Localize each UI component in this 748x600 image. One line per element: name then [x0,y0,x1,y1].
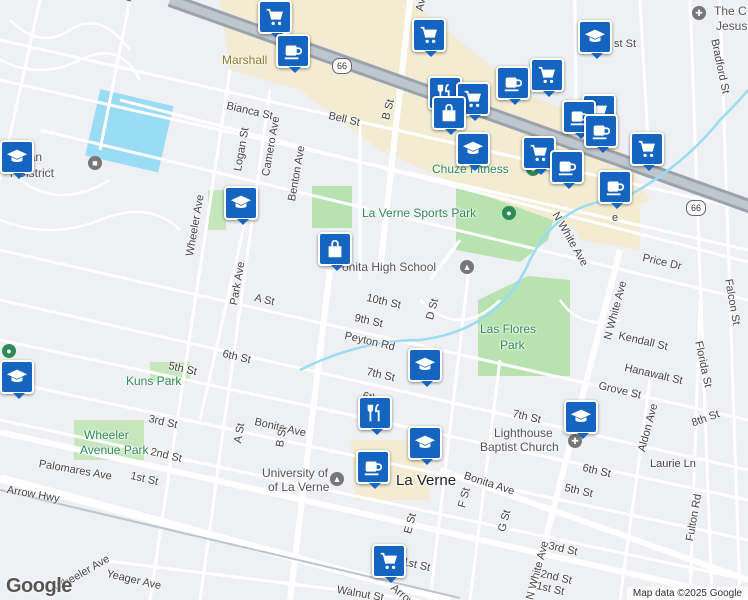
poi-pin-cup[interactable] [550,150,584,189]
sports-park-marker-icon[interactable]: ● [502,206,516,220]
poi-pin-cap[interactable] [456,132,490,171]
place-bonita-high-school[interactable]: onita High School [342,260,436,274]
street-label-laurie: Laurie Ln [650,458,696,470]
poi-pin-cart[interactable] [258,0,292,39]
poi-pin-bag[interactable] [432,96,466,135]
place-la-verne[interactable]: La Verne [396,472,456,489]
poi-pin-cap[interactable] [408,348,442,387]
cart-icon [418,24,440,46]
poi-pin-cap[interactable] [224,186,258,225]
cap-icon [584,26,606,48]
route-66-shield: 66 [686,200,706,216]
place-wheeler-avenue-park[interactable]: Wheeler [84,428,129,442]
poi-pin-cart[interactable] [630,132,664,171]
park-marker-icon[interactable]: ● [2,344,16,358]
street-label-st-top: st St [614,38,637,50]
cup-icon [502,72,524,94]
poi-pin-cup[interactable] [598,170,632,209]
poi-pin-cart[interactable] [372,544,406,583]
church-marker-icon[interactable]: ✚ [692,6,706,20]
cart-icon [378,550,400,572]
street-label-av-top: Av [414,0,429,13]
cup-icon [282,40,304,62]
route-66-shield: 66 [332,58,352,74]
cap-icon [462,138,484,160]
poi-pin-cap[interactable] [564,400,598,439]
map-attribution[interactable]: Map data ©2025 Google [626,587,748,600]
google-logo: Google [6,575,72,597]
school-marker-icon[interactable]: ▲ [460,260,474,274]
sports-field-area [312,186,352,228]
cap-icon [6,366,28,388]
place-las-flores-park[interactable]: Las Flores [480,322,536,336]
cart-icon [528,142,550,164]
poi-pin-bag[interactable] [318,232,352,271]
place-lighthouse-baptist-church-line2[interactable]: Baptist Church [480,440,559,454]
place-university-of-la-verne[interactable]: University of [262,466,328,480]
poi-pin-cart[interactable] [412,18,446,57]
place-kuns-park[interactable]: Kuns Park [126,374,181,388]
map-canvas[interactable]: 66 66 Marshall opolitan r District Chuze… [0,0,748,600]
place-la-verne-sports-park[interactable]: La Verne Sports Park [362,206,476,220]
cap-icon [230,192,252,214]
cart-icon [636,138,658,160]
place-lighthouse-baptist-church[interactable]: Lighthouse [494,426,553,440]
place-marshall[interactable]: Marshall [222,53,267,67]
poi-pin-cap[interactable] [578,20,612,59]
bag-icon [438,102,460,124]
place-church-line2[interactable]: Jesus [716,19,747,33]
poi-pin-cap[interactable] [0,140,34,179]
place-church[interactable]: The C [714,4,747,18]
poi-pin-cup[interactable] [584,114,618,153]
fork-icon [364,402,386,424]
poi-pin-cup[interactable] [496,66,530,105]
cap-icon [414,432,436,454]
place-university-of-la-verne-line2[interactable]: of La Verne [268,480,329,494]
cap-icon [6,146,28,168]
place-las-flores-park-line2[interactable]: Park [500,338,525,352]
poi-pin-cap[interactable] [408,426,442,465]
cup-icon [556,156,578,178]
cup-icon [604,176,626,198]
poi-pin-fork[interactable] [358,396,392,435]
cart-icon [264,6,286,28]
cup-icon [590,120,612,142]
street-label-e-top: e [612,212,619,224]
poi-pin-cup[interactable] [356,450,390,489]
cap-icon [414,354,436,376]
poi-pin-cap[interactable] [0,360,34,399]
university-marker-icon[interactable]: ▲ [330,472,344,486]
cart-icon [536,64,558,86]
place-wheeler-avenue-park-line2[interactable]: Avenue Park [80,443,149,457]
poi-pin-cup[interactable] [276,34,310,73]
cup-icon [362,456,384,478]
district-marker-icon[interactable]: ■ [88,156,102,170]
bag-icon [324,238,346,260]
cap-icon [570,406,592,428]
poi-pin-cart[interactable] [530,58,564,97]
